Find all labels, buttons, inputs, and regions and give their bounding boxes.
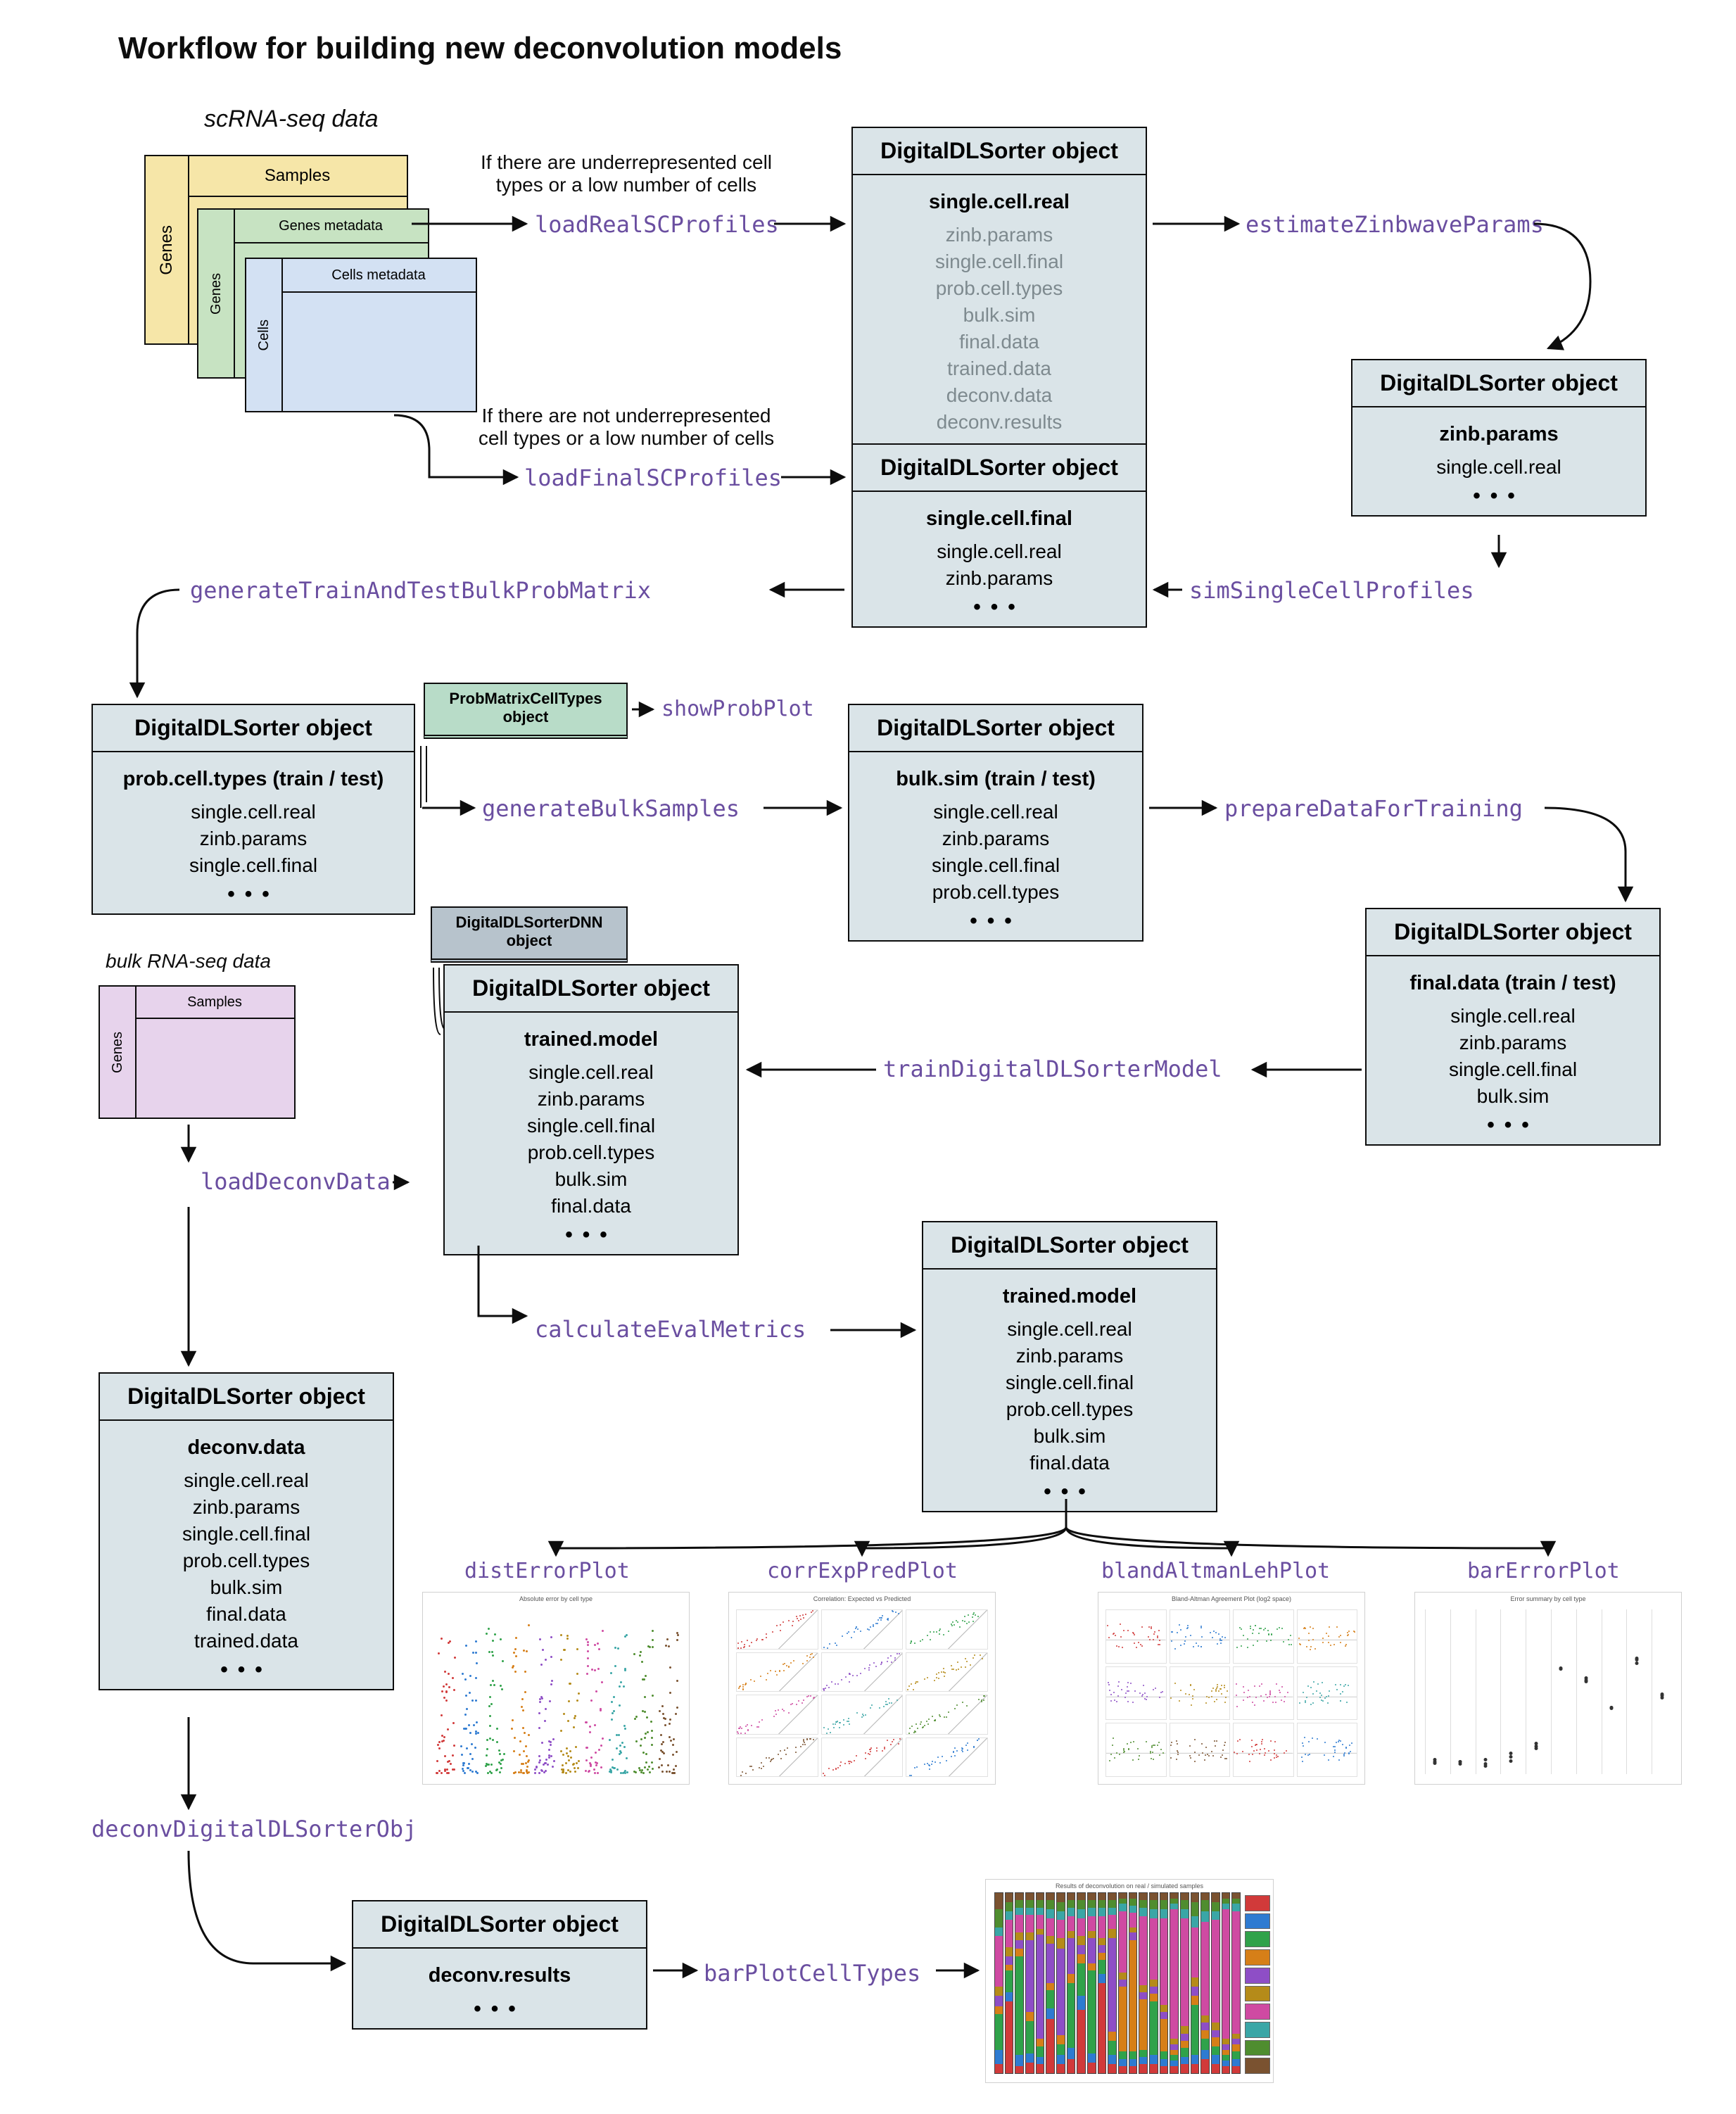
plot-distErrorPlot: Absolute error by cell type [422,1592,690,1785]
sc-panel-cells-meta: Cells Cells metadata [245,258,477,412]
ddls-box-zinb-params: DigitalDLSorter objectzinb.paramssingle.… [1351,359,1647,517]
ddls-box-prob-cell-types: DigitalDLSorter objectprob.cell.types (t… [91,704,415,915]
page-title: Workflow for building new deconvolution … [118,31,842,66]
ddls-box-single-cell-final: DigitalDLSorter objectsingle.cell.finals… [851,443,1147,628]
fn-loadDeconvData: loadDeconvData [201,1168,391,1195]
fn-estimateZinbwaveParams: estimateZinbwaveParams [1246,211,1544,238]
fn-deconvDigitalDLSorterObj: deconvDigitalDLSorterObj [91,1816,417,1842]
fn-prepareDataForTraining: prepareDataForTraining [1224,795,1523,822]
plot-blandAltmanLehPlot: Bland-Altman Agreement Plot (log2 space) [1098,1592,1365,1785]
ddls-box-single-cell-real: DigitalDLSorter objectsingle.cell.realzi… [851,127,1147,446]
fn-loadRealSCProfiles: loadRealSCProfiles [535,211,779,238]
fn-corrExpPredPlot: corrExpPredPlot [767,1559,958,1583]
fn-trainDigitalDLSorterModel: trainDigitalDLSorterModel [883,1056,1222,1082]
scrnaseq-label: scRNA-seq data [204,106,379,133]
ddls-box-trained-model: DigitalDLSorter objecttrained.modelsingl… [443,964,739,1255]
fn-simSingleCellProfiles: simSingleCellProfiles [1189,577,1474,604]
fn-generateTrainAndTestBulkProbMatrix: generateTrainAndTestBulkProbMatrix [190,577,651,604]
fn-loadFinalSCProfiles: loadFinalSCProfiles [524,464,782,491]
fn-barErrorPlot: barErrorPlot [1467,1559,1620,1583]
bulk-label: bulk RNA-seq data [106,950,271,973]
condition-2: If there are not underrepresented cell t… [436,405,816,450]
fn-barPlotCellTypes: barPlotCellTypes [704,1960,920,1987]
ddls-box-deconv-data: DigitalDLSorter objectdeconv.datasingle.… [99,1372,394,1690]
ddls-box-trained-model-eval: DigitalDLSorter objecttrained.modelsingl… [922,1221,1217,1512]
bulk-panel: Genes Samples [99,985,296,1119]
fn-distErrorPlot: distErrorPlot [464,1559,630,1583]
fn-blandAltmanLehPlot: blandAltmanLehPlot [1101,1559,1330,1583]
ddls-box-deconv-results: DigitalDLSorter objectdeconv.results••• [352,1900,647,2030]
probmatrix-mini-box: ProbMatrixCellTypes object [424,683,628,739]
fn-generateBulkSamples: generateBulkSamples [482,795,740,822]
fn-showProbPlot: showProbPlot [661,697,814,721]
plot-barErrorPlot: Error summary by cell type [1414,1592,1682,1785]
dnn-mini-box: DigitalDLSorterDNN object [431,906,628,963]
plot-corrExpPredPlot: Correlation: Expected vs Predicted [728,1592,996,1785]
ddls-box-final-data: DigitalDLSorter objectfinal.data (train … [1365,908,1661,1146]
plot-barPlotCellTypes: Results of deconvolution on real / simul… [985,1879,1274,2083]
ddls-box-bulk-sim: DigitalDLSorter objectbulk.sim (train / … [848,704,1143,942]
condition-1: If there are underrepresented cell types… [436,151,816,196]
fn-calculateEvalMetrics: calculateEvalMetrics [535,1316,806,1343]
